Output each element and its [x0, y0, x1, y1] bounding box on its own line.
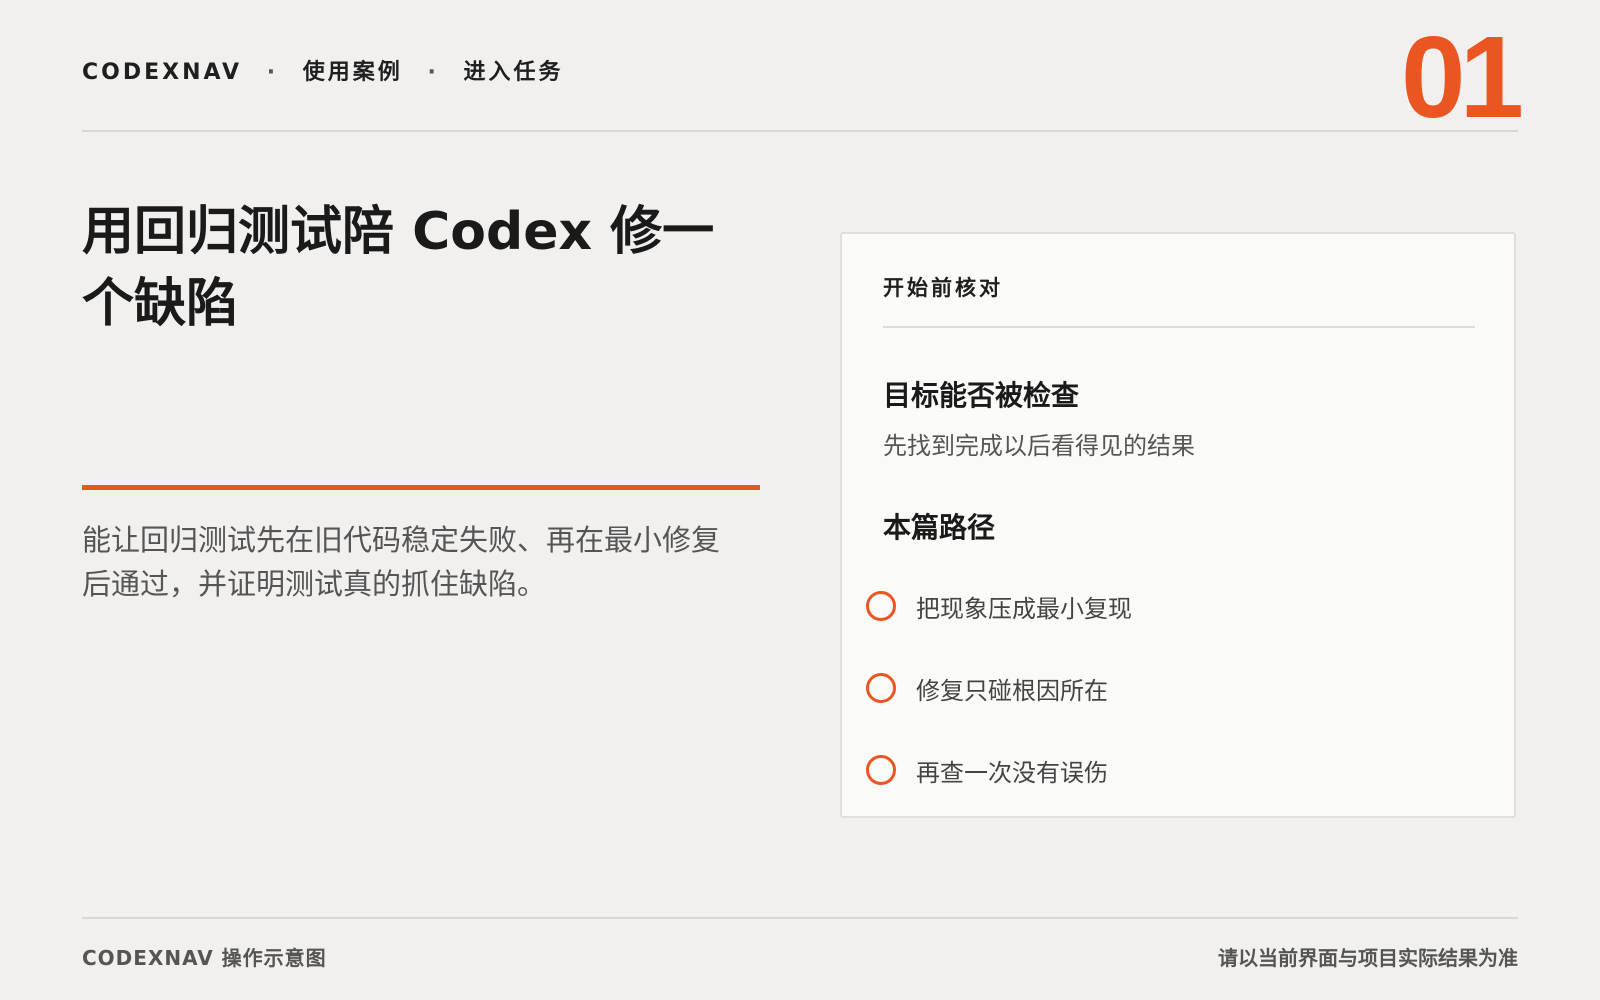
- footer-divider: [82, 917, 1518, 919]
- page-description: 能让回归测试先在旧代码稳定失败、再在最小修复后通过，并证明测试真的抓住缺陷。: [82, 523, 721, 601]
- breadcrumb-separator: ·: [266, 60, 279, 85]
- checklist-divider: [883, 326, 1475, 328]
- slide-page: CODEXNAV · 使用案例 · 进入任务 01 用回归测试陪 Codex 修…: [0, 0, 1600, 1000]
- breadcrumb-brand: CODEXNAV: [82, 60, 243, 85]
- breadcrumb-separator: ·: [427, 60, 439, 85]
- checkbox-circle-icon[interactable]: [866, 591, 896, 621]
- goal-heading: 目标能否被检查: [883, 379, 1080, 412]
- checklist-item[interactable]: 把现象压成最小复现: [866, 588, 1132, 624]
- footer-disclaimer: 请以当前界面与项目实际结果为准: [1218, 946, 1518, 970]
- checklist-title: 开始前核对: [883, 276, 1003, 300]
- footer-caption: CODEXNAV 操作示意图: [82, 946, 327, 970]
- checklist-item[interactable]: 修复只碰根因所在: [866, 670, 1108, 706]
- checklist-item-label: 修复只碰根因所在: [916, 676, 1108, 705]
- breadcrumb-current: 进入任务: [463, 60, 564, 85]
- checklist-item-label: 再查一次没有误伤: [916, 758, 1108, 787]
- accent-divider: [82, 485, 760, 490]
- header-divider: [82, 130, 1518, 132]
- checkbox-circle-icon[interactable]: [866, 673, 896, 703]
- path-heading: 本篇路径: [883, 511, 996, 544]
- checklist-card: 开始前核对 目标能否被检查 先找到完成以后看得见的结果 本篇路径 把现象压成最小…: [840, 232, 1516, 818]
- breadcrumb-section: 使用案例: [302, 60, 403, 85]
- page-number: 01: [1400, 12, 1524, 142]
- goal-text: 先找到完成以后看得见的结果: [883, 432, 1195, 460]
- checklist-item-label: 把现象压成最小复现: [916, 594, 1132, 623]
- page-title: 用回归测试陪 Codex 修一个缺陷: [82, 202, 715, 334]
- breadcrumb: CODEXNAV · 使用案例 · 进入任务: [82, 54, 564, 86]
- checkbox-circle-icon[interactable]: [866, 755, 896, 785]
- checklist-item[interactable]: 再查一次没有误伤: [866, 752, 1108, 788]
